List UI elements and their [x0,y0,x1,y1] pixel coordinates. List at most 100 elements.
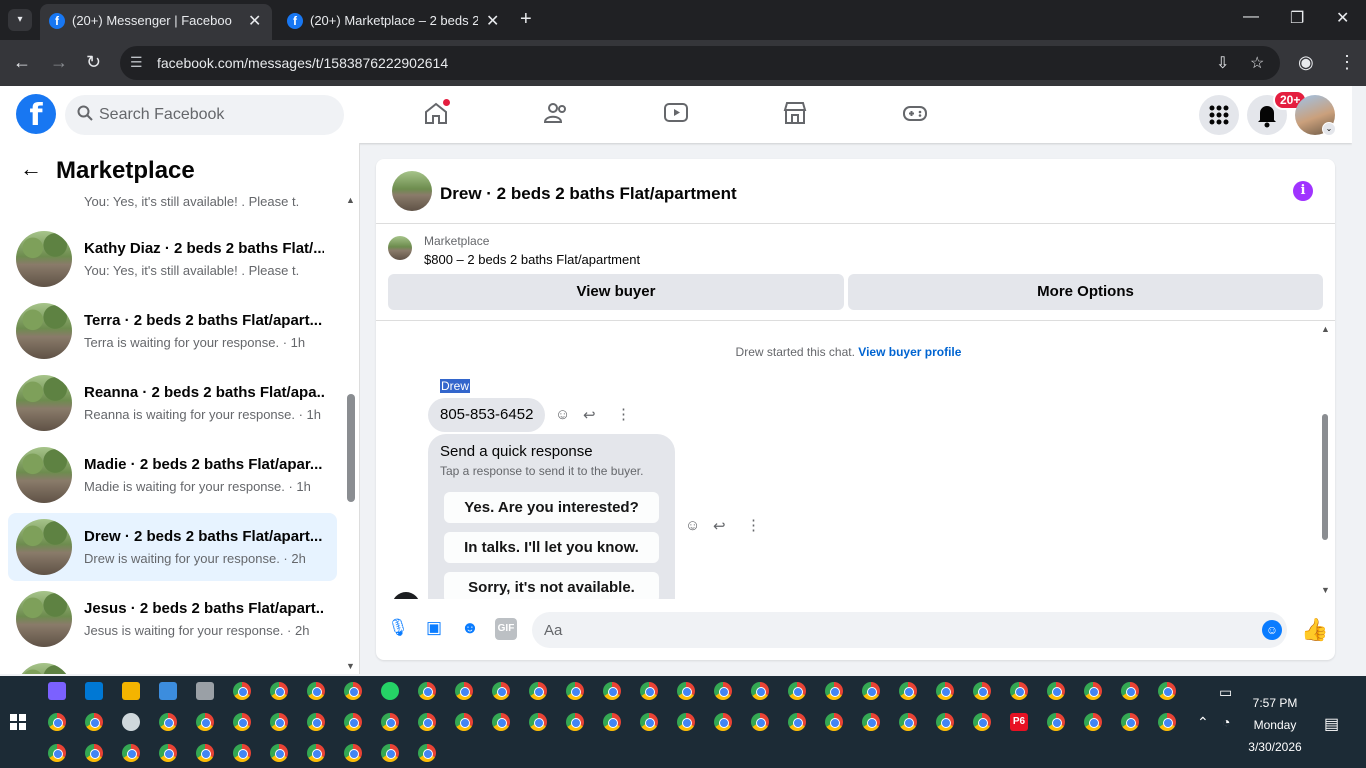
quick-response-option[interactable]: Yes. Are you interested? [444,492,659,523]
chrome-icon[interactable] [122,744,140,762]
chrome-icon[interactable] [936,713,954,731]
chrome-icon[interactable] [603,713,621,731]
store-icon[interactable] [85,682,103,700]
tab-search-dropdown[interactable]: ▾ [8,9,32,31]
reply-icon[interactable]: ↩ [583,406,596,424]
taskbar-clock[interactable]: 7:57 PM Monday 3/30/2026 [1230,692,1320,758]
scroll-up-arrow-icon[interactable]: ▲ [346,195,355,205]
conversation-item[interactable] [8,657,337,674]
close-tab-icon[interactable]: ✕ [248,11,261,31]
photo-icon[interactable]: ▣ [423,618,445,640]
chrome-icon[interactable] [1158,713,1176,731]
settings-gear-icon[interactable] [122,713,140,731]
chat-title[interactable]: Drew · 2 beds 2 baths Flat/apartment [440,184,737,204]
chrome-icon[interactable] [640,713,658,731]
react-icon[interactable]: ☺ [555,406,570,423]
chrome-icon[interactable] [640,682,658,700]
chrome-icon[interactable] [751,682,769,700]
view-buyer-profile-link[interactable]: View buyer profile [858,345,961,359]
notification-center-icon[interactable]: ▤ [1324,714,1339,734]
sticker-icon[interactable]: ☻ [459,618,481,640]
chrome-icon[interactable] [233,744,251,762]
chrome-icon[interactable] [418,744,436,762]
chrome-icon[interactable] [196,713,214,731]
more-actions-icon[interactable]: ⋮ [616,405,631,423]
chrome-icon[interactable] [1084,713,1102,731]
reply-icon[interactable]: ↩ [713,517,726,535]
gaming-nav[interactable] [902,100,930,128]
conversation-item[interactable]: Terra · 2 beds 2 baths Flat/apart... Ter… [8,297,337,365]
chrome-icon[interactable] [48,744,66,762]
browser-menu-icon[interactable]: ⋮ [1338,52,1356,73]
menu-button[interactable] [1199,95,1239,135]
chrome-icon[interactable] [1121,682,1139,700]
facebook-logo-icon[interactable]: f [16,94,56,134]
profile-icon[interactable]: ◉ [1298,52,1314,73]
chrome-icon[interactable] [529,682,547,700]
chrome-icon[interactable] [825,682,843,700]
tab-messenger[interactable]: f (20+) Messenger | Facebook ✕ [40,4,272,40]
listing-title[interactable]: $800 – 2 beds 2 baths Flat/apartment [424,252,640,267]
chrome-icon[interactable] [603,682,621,700]
chrome-icon[interactable] [825,713,843,731]
chrome-icon[interactable] [233,682,251,700]
marketplace-nav[interactable] [782,100,810,128]
page-scrollbar[interactable] [1352,86,1366,676]
info-icon[interactable]: i [1293,181,1313,201]
chrome-icon[interactable] [714,682,732,700]
chrome-icon[interactable] [788,713,806,731]
chrome-icon[interactable] [270,682,288,700]
chrome-icon[interactable] [492,682,510,700]
message-input[interactable] [544,612,1244,648]
chrome-icon[interactable] [714,713,732,731]
search-input[interactable] [99,95,329,135]
restore-icon[interactable]: ❐ [1290,8,1304,28]
chrome-icon[interactable] [270,744,288,762]
chevron-up-icon[interactable]: ⌃ [1197,714,1209,731]
chrome-icon[interactable] [862,713,880,731]
conversation-item[interactable]: Jesus · 2 beds 2 baths Flat/apart... Jes… [8,585,337,653]
chrome-icon[interactable] [307,682,325,700]
chrome-icon[interactable] [1084,682,1102,700]
chrome-icon[interactable] [1158,682,1176,700]
microphone-icon[interactable]: 🎙 [387,618,409,640]
reload-icon[interactable]: ↻ [86,52,101,73]
gif-icon[interactable]: GIF [495,618,517,640]
emoji-icon[interactable]: ☺ [1262,620,1282,640]
chrome-icon[interactable] [677,713,695,731]
video-nav[interactable] [663,100,691,128]
chrome-icon[interactable] [381,713,399,731]
chrome-icon[interactable] [159,713,177,731]
bookmark-star-icon[interactable]: ☆ [1250,53,1264,73]
minimize-icon[interactable]: — [1243,8,1259,26]
scroll-down-arrow-icon[interactable]: ▼ [1321,585,1330,595]
thread-scrollbar[interactable] [1322,414,1328,540]
chrome-icon[interactable] [85,744,103,762]
chrome-icon[interactable] [1047,682,1065,700]
chrome-icon[interactable] [1047,713,1065,731]
message-bubble[interactable]: 805-853-6452 [428,398,546,432]
chrome-icon[interactable] [344,713,362,731]
chrome-icon[interactable] [529,713,547,731]
chrome-icon[interactable] [48,713,66,731]
conversation-item[interactable]: Kathy Diaz · 2 beds 2 baths Flat/... You… [8,225,337,293]
close-window-icon[interactable]: ✕ [1336,8,1349,28]
view-buyer-button[interactable]: View buyer [388,274,844,310]
whatsapp-icon[interactable] [381,682,399,700]
chrome-icon[interactable] [159,744,177,762]
chrome-icon[interactable] [973,682,991,700]
chrome-icon[interactable] [566,682,584,700]
scroll-up-arrow-icon[interactable]: ▲ [1321,324,1330,334]
thumbs-up-icon[interactable]: 👍 [1301,617,1328,643]
chrome-icon[interactable] [751,713,769,731]
keyboard-icon[interactable] [159,682,177,700]
conversation-item[interactable]: Madie · 2 beds 2 baths Flat/apar... Madi… [8,441,337,509]
chrome-icon[interactable] [85,713,103,731]
chrome-icon[interactable] [233,713,251,731]
chrome-icon[interactable] [196,744,214,762]
conversation-item-selected[interactable]: Drew · 2 beds 2 baths Flat/apart... Drew… [8,513,337,581]
home-nav[interactable] [423,99,451,128]
windows-start-icon[interactable] [10,714,26,730]
close-tab-icon[interactable]: ✕ [486,11,499,31]
react-icon[interactable]: ☺ [685,517,700,534]
